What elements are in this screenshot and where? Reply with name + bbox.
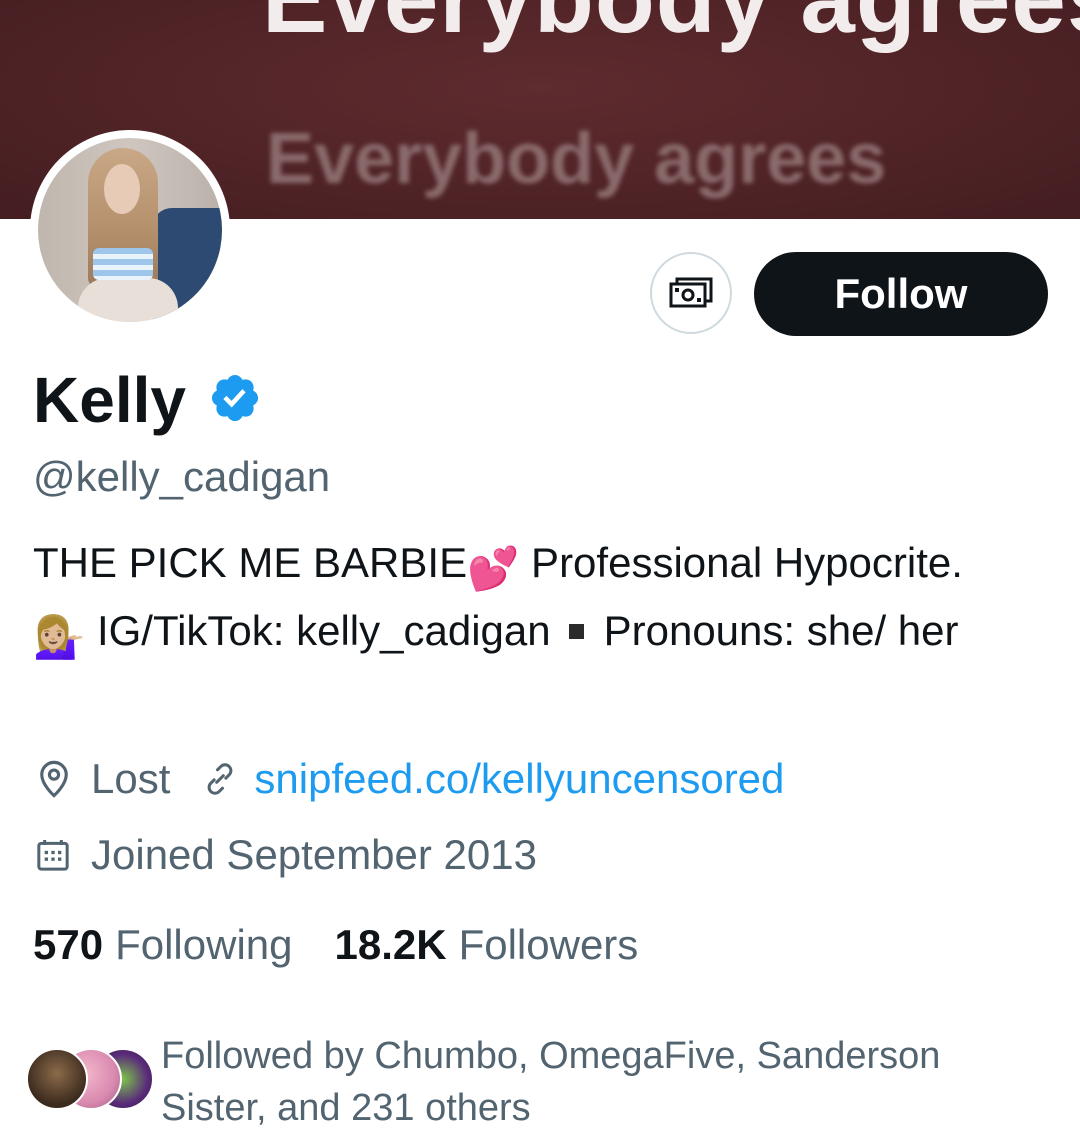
bio-text-3: IG/TikTok: kelly_cadigan bbox=[85, 607, 551, 654]
location-pin-icon bbox=[40, 760, 68, 798]
followed-by-avatars[interactable] bbox=[26, 1048, 154, 1114]
profile-meta-location-row: Lost snipfeed.co/kellyuncensored bbox=[33, 754, 784, 804]
following-link[interactable]: 570 Following bbox=[33, 918, 293, 972]
banner-headline: Everybody agrees bbox=[262, 0, 1080, 55]
follow-counts: 570 Following 18.2K Followers bbox=[33, 918, 638, 972]
link-icon bbox=[208, 763, 233, 795]
following-count: 570 bbox=[33, 921, 104, 968]
profile-bio: THE PICK ME BARBIE💕 Professional Hypocri… bbox=[33, 532, 1053, 668]
user-handle: @kelly_cadigan bbox=[33, 453, 331, 500]
bio-text-1: THE PICK ME BARBIE bbox=[33, 539, 468, 586]
followers-label: Followers bbox=[458, 921, 639, 968]
money-icon bbox=[669, 277, 713, 308]
bio-text-4: Pronouns: she/ her bbox=[603, 607, 959, 654]
followers-count: 18.2K bbox=[334, 921, 447, 968]
location-text: Lost bbox=[91, 755, 171, 802]
heart-emoji: 💕 bbox=[467, 545, 520, 592]
profile-avatar[interactable] bbox=[30, 130, 230, 330]
follow-button[interactable]: Follow bbox=[754, 252, 1048, 336]
banner-subline: Everybody agrees bbox=[266, 119, 887, 199]
follower-avatar bbox=[26, 1048, 88, 1110]
joined-date-text: Joined September 2013 bbox=[91, 831, 537, 878]
followed-by-text[interactable]: Followed by Chumbo, OmegaFive, Sanderson… bbox=[161, 1030, 1041, 1134]
followers-link[interactable]: 18.2K Followers bbox=[335, 918, 639, 972]
profile-meta-joined-row: Joined September 2013 bbox=[33, 830, 537, 880]
following-label: Following bbox=[115, 921, 293, 968]
tip-button[interactable] bbox=[650, 252, 732, 334]
profile-website-link[interactable]: snipfeed.co/kellyuncensored bbox=[254, 754, 784, 804]
avatar-photo bbox=[38, 138, 222, 322]
person-tipping-hand-emoji: 💁🏼‍♀️ bbox=[33, 613, 86, 660]
display-name: Kelly bbox=[33, 364, 186, 436]
verified-badge-icon[interactable] bbox=[208, 371, 262, 425]
calendar-icon bbox=[37, 840, 69, 871]
bio-text-2: Professional Hypocrite. bbox=[519, 539, 963, 586]
black-square-icon bbox=[568, 624, 584, 639]
